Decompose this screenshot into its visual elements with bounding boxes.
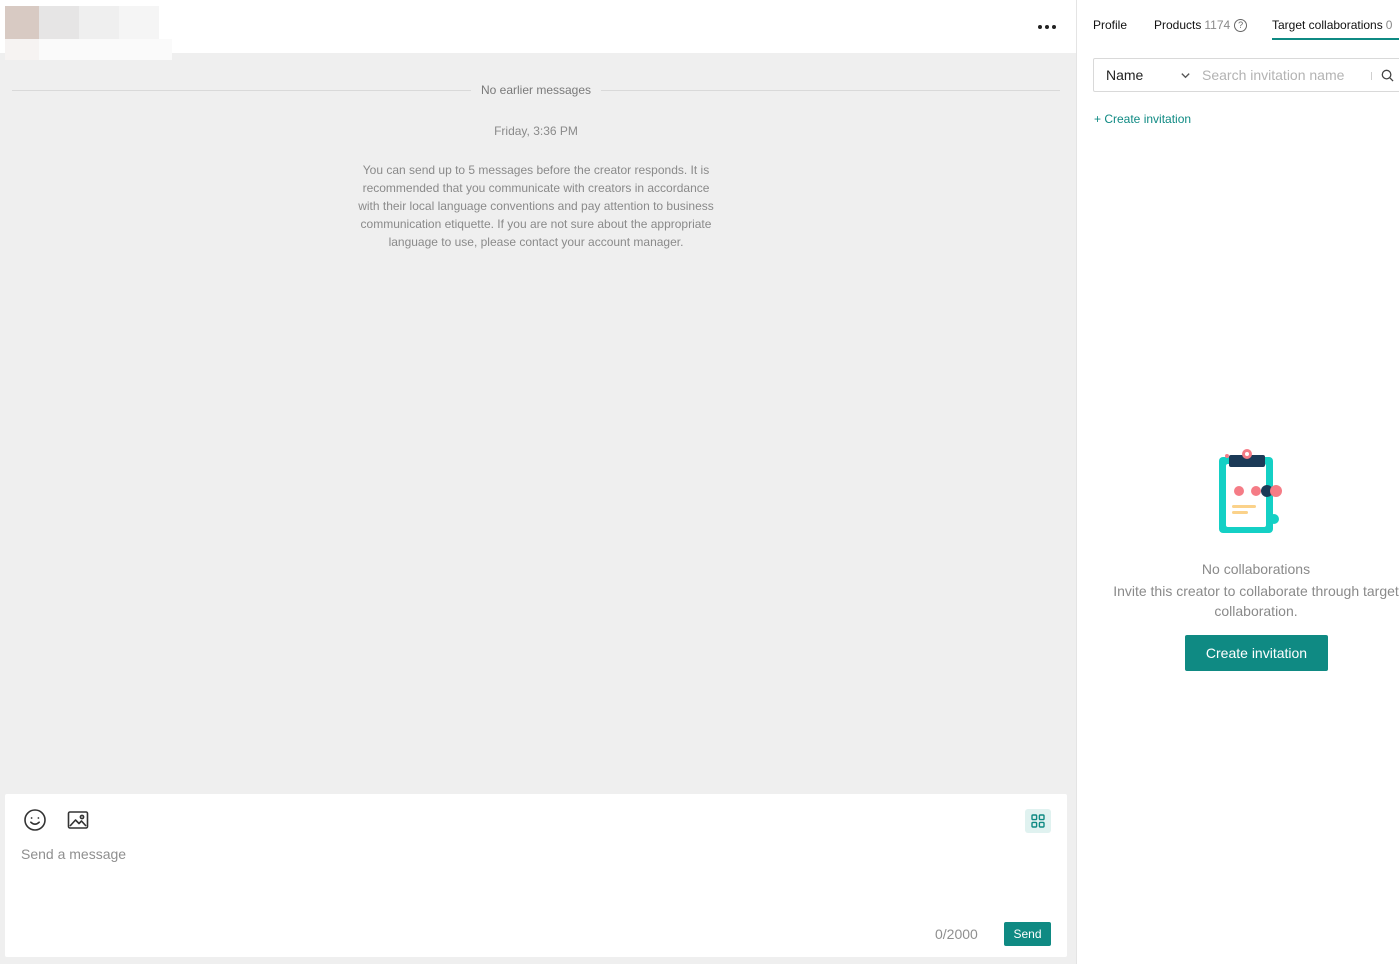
- tab-label: Target collaborations: [1272, 18, 1383, 32]
- send-button[interactable]: Send: [1004, 922, 1051, 946]
- help-icon[interactable]: ?: [1234, 18, 1248, 32]
- create-invitation-button[interactable]: Create invitation: [1185, 635, 1328, 671]
- more-dot-icon: [1038, 25, 1042, 29]
- active-tab-indicator: [1272, 38, 1399, 40]
- tab-label: Products: [1154, 18, 1202, 32]
- tab-products[interactable]: Products 1174 ?: [1154, 18, 1248, 32]
- chevron-down-icon: [1181, 73, 1190, 79]
- quick-actions-grid-button[interactable]: [1025, 809, 1051, 833]
- search-icon[interactable]: [1381, 69, 1394, 82]
- message-composer: 0/2000 Send: [5, 794, 1067, 957]
- more-options-button[interactable]: [1034, 16, 1060, 38]
- chat-header: [0, 0, 1076, 60]
- divider-line: [12, 89, 471, 91]
- creator-side-panel: Profile Products 1174 ? Target collabora…: [1077, 0, 1399, 964]
- creator-avatar-blurred: [5, 6, 172, 60]
- divider-line: [601, 89, 1061, 91]
- empty-state-description: Invite this creator to collaborate throu…: [1113, 583, 1399, 619]
- message-input[interactable]: [21, 846, 1021, 906]
- create-invitation-link[interactable]: + Create invitation: [1094, 112, 1191, 126]
- invitation-search: Name: [1093, 58, 1399, 92]
- tab-profile[interactable]: Profile: [1093, 18, 1127, 32]
- emoji-icon[interactable]: [23, 808, 47, 832]
- more-dot-icon: [1045, 25, 1049, 29]
- messaging-limit-notice: You can send up to 5 messages before the…: [358, 163, 714, 249]
- empty-clipboard-illustration: [1219, 449, 1282, 533]
- tab-target-collaborations[interactable]: Target collaborations 0: [1272, 18, 1392, 32]
- character-counter: 0/2000: [935, 926, 978, 942]
- search-field-select[interactable]: Name: [1094, 59, 1194, 91]
- search-input[interactable]: [1202, 65, 1362, 85]
- tab-label: Profile: [1093, 18, 1128, 32]
- search-separator: [1371, 72, 1372, 80]
- empty-state-title: No collaborations: [1201, 561, 1311, 577]
- products-count: 1174: [1204, 18, 1231, 32]
- image-upload-icon[interactable]: [66, 808, 90, 832]
- more-dot-icon: [1052, 25, 1056, 29]
- no-earlier-messages-text: No earlier messages: [480, 83, 592, 97]
- message-timestamp: Friday, 3:36 PM: [494, 124, 578, 138]
- panel-tabs: Profile Products 1174 ? Target collabora…: [1077, 0, 1399, 42]
- chat-area: No earlier messages Friday, 3:36 PM You …: [0, 0, 1076, 964]
- target-collaborations-count: 0: [1385, 18, 1393, 32]
- search-field-value: Name: [1106, 67, 1144, 83]
- no-earlier-messages-divider: No earlier messages: [12, 80, 1061, 100]
